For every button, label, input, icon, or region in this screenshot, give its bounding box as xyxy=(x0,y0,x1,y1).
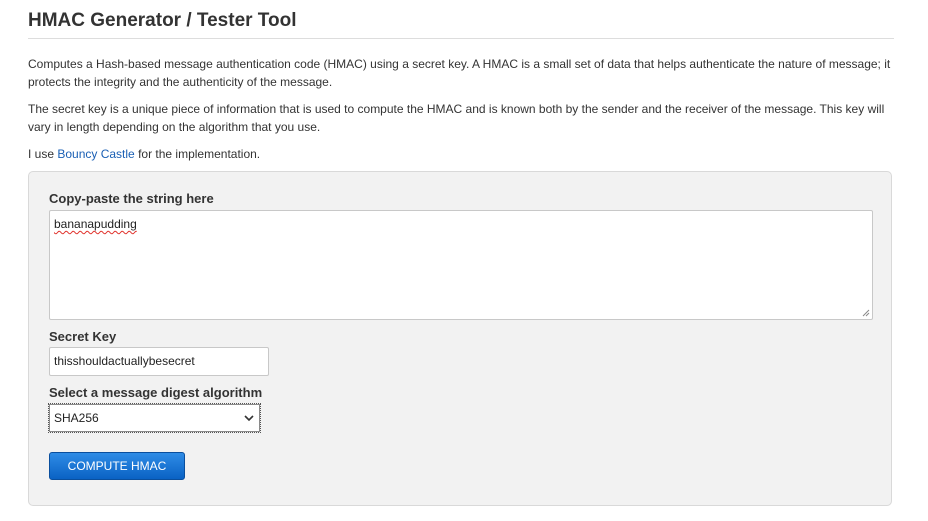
chevron-down-icon xyxy=(244,415,254,422)
hmac-form-panel: Copy-paste the string here bananapudding… xyxy=(28,171,892,506)
page-content: HMAC Generator / Tester Tool Computes a … xyxy=(28,0,894,506)
input-string-textarea[interactable]: bananapudding xyxy=(49,210,873,320)
secret-key-input[interactable]: thisshouldactuallybesecret xyxy=(49,347,269,376)
implementation-note: I use Bouncy Castle for the implementati… xyxy=(28,145,894,163)
input-string-value: bananapudding xyxy=(54,217,137,231)
description-paragraph-1: Computes a Hash-based message authentica… xyxy=(28,57,891,89)
description-paragraph-2: The secret key is a unique piece of info… xyxy=(28,102,885,134)
bouncy-castle-link[interactable]: Bouncy Castle xyxy=(57,147,134,161)
compute-hmac-button[interactable]: COMPUTE HMAC xyxy=(49,452,185,480)
algorithm-select[interactable]: SHA256 xyxy=(48,403,261,433)
implementation-suffix: for the implementation. xyxy=(134,147,261,161)
resize-grip-icon[interactable] xyxy=(862,309,870,317)
algorithm-selected-value: SHA256 xyxy=(54,411,99,425)
input-string-label: Copy-paste the string here xyxy=(49,191,214,206)
implementation-prefix: I use xyxy=(28,147,58,161)
page-title: HMAC Generator / Tester Tool xyxy=(28,0,894,39)
secret-key-label: Secret Key xyxy=(49,329,117,344)
algorithm-label: Select a message digest algorithm xyxy=(49,385,263,400)
